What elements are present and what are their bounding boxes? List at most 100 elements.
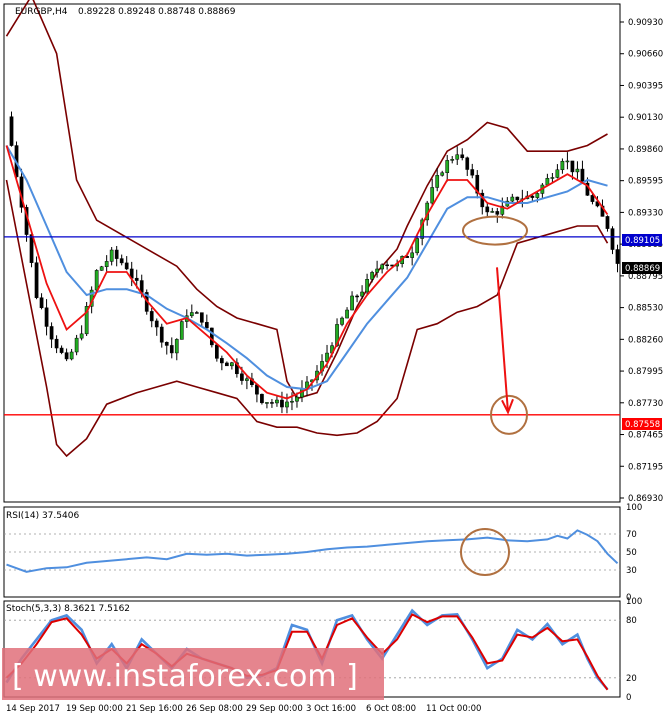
candle-body	[94, 270, 99, 291]
rsi-tick-label: 100	[626, 503, 642, 513]
candle	[129, 261, 134, 287]
candle-body	[194, 312, 199, 314]
stoch-tick-label: 20	[626, 674, 637, 684]
candle-body	[380, 264, 384, 270]
candle-body	[565, 160, 570, 163]
candle-body	[104, 261, 109, 267]
candle-body	[69, 351, 74, 360]
candle	[99, 265, 104, 271]
candle	[465, 156, 470, 177]
x-tick-label: 6 Oct 08:00	[366, 704, 416, 714]
candle	[475, 170, 480, 199]
candle-body	[545, 178, 550, 186]
candle-body	[275, 399, 279, 404]
candle	[440, 170, 445, 177]
candle	[445, 154, 450, 182]
rsi-label: RSI(14) 37.5406	[6, 511, 79, 521]
candle-body	[370, 272, 374, 280]
rsi-tick-label: 50	[626, 548, 637, 558]
candle-body	[550, 177, 555, 179]
candle	[39, 293, 44, 310]
candle	[260, 393, 264, 405]
symbol-label: EURGBP,H4	[15, 7, 68, 17]
current-price-tag: 0.88869	[622, 262, 662, 274]
annotations	[462, 215, 528, 435]
candle	[350, 291, 354, 311]
forecast-arrow-line	[496, 267, 509, 413]
candle-body	[209, 327, 214, 346]
y-tick-label: 0.89860	[628, 145, 663, 155]
stoch-label: Stoch(5,3,3) 8.3621 7.5162	[6, 604, 130, 614]
candle-body	[615, 249, 620, 264]
candle-body	[114, 249, 119, 259]
x-tick-label: 11 Oct 00:00	[426, 704, 481, 714]
candle-body	[280, 399, 284, 408]
y-tick-label: 0.89330	[628, 208, 663, 218]
candle-body	[49, 326, 54, 340]
x-tick-label: 19 Sep 00:00	[66, 704, 123, 714]
candle	[510, 193, 515, 204]
candle	[450, 156, 455, 164]
candle-body	[495, 211, 500, 215]
red-line-tag-text: 0.87558	[625, 420, 660, 430]
candle	[225, 361, 229, 367]
x-tick-label: 29 Sep 00:00	[246, 704, 303, 714]
watermark: [ www.instaforex.com ]	[2, 648, 384, 700]
candle	[255, 384, 259, 403]
x-tick-label: 26 Sep 08:00	[186, 704, 243, 714]
candle	[230, 361, 234, 370]
annotation-circle-top	[462, 215, 528, 246]
watermark-text: [ www.instaforex.com ]	[12, 659, 358, 694]
candle-body	[225, 362, 229, 367]
candle-body	[199, 312, 204, 323]
x-tick-label: 3 Oct 16:00	[306, 704, 356, 714]
ohlc-label: 0.89228 0.89248 0.88748 0.88869	[78, 7, 236, 17]
candle-body	[375, 268, 379, 273]
candle-body	[350, 295, 354, 311]
candle-body	[134, 277, 139, 281]
candle	[280, 391, 284, 414]
candle-body	[214, 344, 219, 359]
candle	[275, 395, 279, 407]
candle-body	[470, 169, 475, 176]
y-tick-label: 0.89595	[628, 177, 663, 187]
candle	[169, 337, 174, 359]
candle	[615, 244, 620, 273]
candle-body	[109, 249, 114, 262]
x-tick-label: 21 Sep 16:00	[126, 704, 183, 714]
candle	[189, 304, 194, 318]
candle-body	[285, 401, 289, 408]
candle-body	[64, 352, 69, 360]
candle-body	[74, 337, 79, 353]
candle	[555, 164, 560, 179]
stoch-tick-label: 0	[626, 693, 631, 703]
candle	[480, 189, 485, 215]
candle-body	[79, 333, 84, 339]
candle-body	[610, 228, 615, 250]
candle	[114, 245, 119, 267]
rsi-tick-label: 70	[626, 530, 637, 540]
candle	[159, 323, 164, 348]
candle-body	[119, 258, 124, 264]
candle-body	[355, 295, 359, 298]
candle	[59, 345, 64, 355]
candle-body	[440, 172, 445, 176]
candle-body	[510, 196, 515, 202]
main-panel-frame	[3, 3, 621, 503]
candle-body	[230, 362, 234, 367]
candle-body	[445, 160, 450, 174]
candle-body	[435, 175, 440, 188]
candle-body	[124, 262, 129, 270]
candle	[194, 310, 199, 314]
candle-body	[34, 262, 39, 298]
candle	[565, 152, 570, 170]
candle-body	[580, 168, 585, 184]
candle-body	[455, 154, 460, 160]
candle	[345, 307, 349, 319]
candle	[79, 325, 84, 341]
candle	[610, 226, 615, 255]
red-line-tag: 0.87558	[622, 418, 662, 430]
candle-body	[99, 266, 104, 271]
candle-body	[174, 339, 179, 354]
panel-frames	[3, 3, 621, 698]
